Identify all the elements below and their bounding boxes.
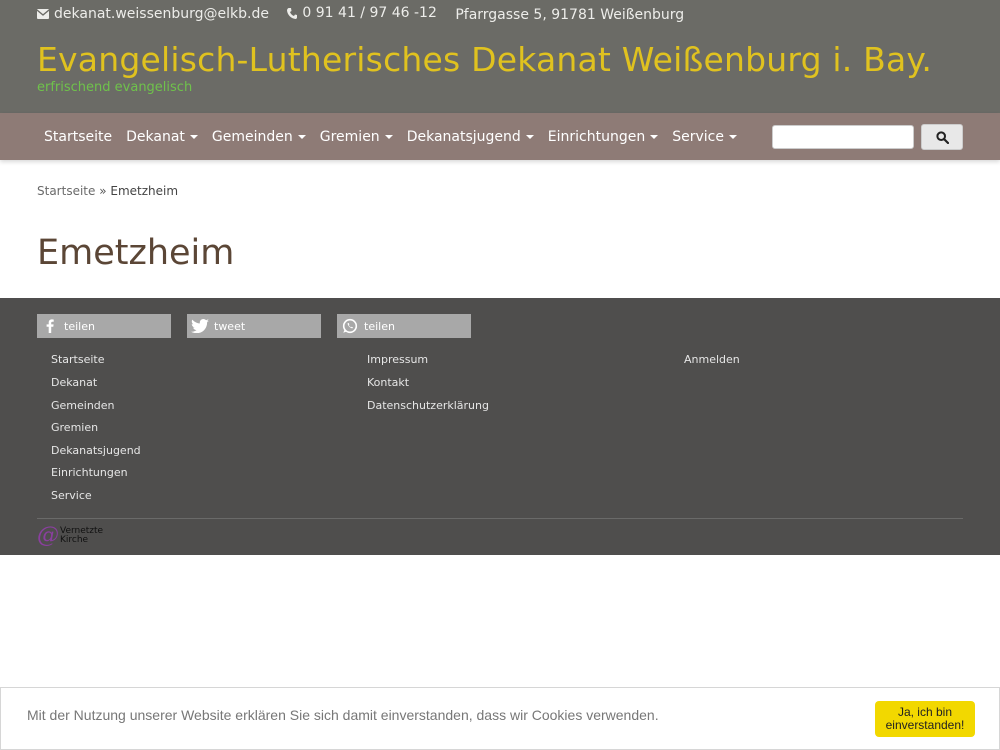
contact-address: Pfarrgasse 5, 91781 Weißenburg: [455, 6, 685, 23]
nav-menu: Startseite Dekanat Gemeinden Gremien Dekanat…: [37, 113, 744, 160]
page-title: Emetzheim: [37, 233, 235, 273]
whatsapp-icon: [337, 314, 363, 338]
footer-link-datenschutz[interactable]: Datenschutzerklärung: [367, 399, 489, 412]
nav-item-gremien[interactable]: Gremien: [313, 129, 400, 145]
caret-down-icon: [189, 134, 198, 139]
caret-down-icon: [384, 134, 393, 139]
footer-link-kontakt[interactable]: Kontakt: [367, 376, 409, 389]
cookie-accept-button[interactable]: Ja, ich bin einverstanden!: [875, 701, 975, 737]
nav-item-label: Gemeinden: [211, 128, 293, 145]
site-title[interactable]: Evangelisch-Lutherisches Dekanat Weißenb…: [37, 40, 932, 79]
nav-item-label: Startseite: [44, 128, 113, 145]
nav-item-gemeinden[interactable]: Gemeinden: [205, 129, 313, 145]
caret-down-icon: [525, 134, 534, 139]
search-icon: [935, 130, 949, 144]
search-input[interactable]: [772, 125, 914, 149]
footer-divider: [37, 518, 963, 519]
footer-link-einrichtungen[interactable]: Einrichtungen: [51, 466, 128, 479]
contact-phone[interactable]: 0 91 41 / 97 46 -12: [287, 5, 437, 21]
share-twitter-label: tweet: [214, 319, 246, 333]
footer-link-gemeinden[interactable]: Gemeinden: [51, 399, 115, 412]
nav-item-startseite[interactable]: Startseite: [37, 129, 119, 145]
share-whatsapp-label: teilen: [364, 319, 395, 333]
nav-item-label: Einrichtungen: [547, 128, 646, 145]
cookie-accept-line-2: einverstanden!: [885, 718, 965, 732]
site-tagline: erfrischend evangelisch: [37, 80, 193, 95]
search-button[interactable]: [921, 124, 963, 150]
nav-item-einrichtungen[interactable]: Einrichtungen: [541, 129, 665, 145]
logo-line-2: Kirche: [60, 535, 89, 545]
cookie-banner: Mit der Nutzung unserer Website erklären…: [0, 687, 1000, 750]
share-twitter-button[interactable]: tweet: [187, 314, 321, 338]
nav-item-label: Service: [672, 128, 724, 145]
footer-link-startseite[interactable]: Startseite: [51, 353, 105, 366]
vernetzte-kirche-logo[interactable]: @ Vernetzte Kirche: [37, 523, 103, 548]
nav-item-label: Dekanatsjugend: [406, 128, 521, 145]
nav-item-label: Gremien: [319, 128, 380, 145]
phone-icon: [287, 7, 298, 19]
contact-phone-text: 0 91 41 / 97 46 -12: [302, 5, 437, 21]
nav-item-service[interactable]: Service: [665, 129, 744, 145]
footer-link-impressum[interactable]: Impressum: [367, 353, 428, 366]
footer-link-anmelden[interactable]: Anmelden: [684, 353, 740, 366]
cookie-accept-line-1: Ja, ich bin: [897, 705, 952, 719]
breadcrumb-current: Emetzheim: [110, 184, 179, 198]
nav-item-label: Dekanat: [126, 128, 185, 145]
footer-link-dekanat[interactable]: Dekanat: [51, 376, 97, 389]
facebook-icon: [37, 314, 63, 338]
contact-email-text: dekanat.weissenburg@elkb.de: [54, 5, 269, 22]
at-sign-logo-icon: @: [37, 523, 59, 548]
breadcrumb-home[interactable]: Startseite: [37, 184, 95, 198]
contact-bar: dekanat.weissenburg@elkb.de 0 91 41 / 97…: [37, 5, 698, 23]
cookie-message: Mit der Nutzung unserer Website erklären…: [27, 707, 659, 723]
twitter-icon: [187, 314, 213, 338]
breadcrumb-separator: »: [99, 184, 107, 198]
share-whatsapp-button[interactable]: teilen: [337, 314, 471, 338]
caret-down-icon: [728, 134, 737, 139]
site-header: dekanat.weissenburg@elkb.de 0 91 41 / 97…: [0, 0, 1000, 113]
caret-down-icon: [650, 134, 659, 139]
share-facebook-label: teilen: [64, 319, 95, 333]
caret-down-icon: [297, 134, 306, 139]
vernetzte-kirche-logo-text: Vernetzte Kirche: [60, 527, 103, 545]
nav-item-dekanat[interactable]: Dekanat: [119, 129, 205, 145]
footer-link-gremien[interactable]: Gremien: [51, 421, 98, 434]
footer-link-service[interactable]: Service: [51, 489, 92, 502]
share-facebook-button[interactable]: teilen: [37, 314, 171, 338]
footer-link-dekanatsjugend[interactable]: Dekanatsjugend: [51, 444, 141, 457]
nav-item-dekanatsjugend[interactable]: Dekanatsjugend: [400, 129, 541, 145]
contact-email[interactable]: dekanat.weissenburg@elkb.de: [37, 6, 269, 22]
breadcrumb: Startseite » Emetzheim: [37, 184, 178, 198]
envelope-icon: [37, 8, 49, 19]
